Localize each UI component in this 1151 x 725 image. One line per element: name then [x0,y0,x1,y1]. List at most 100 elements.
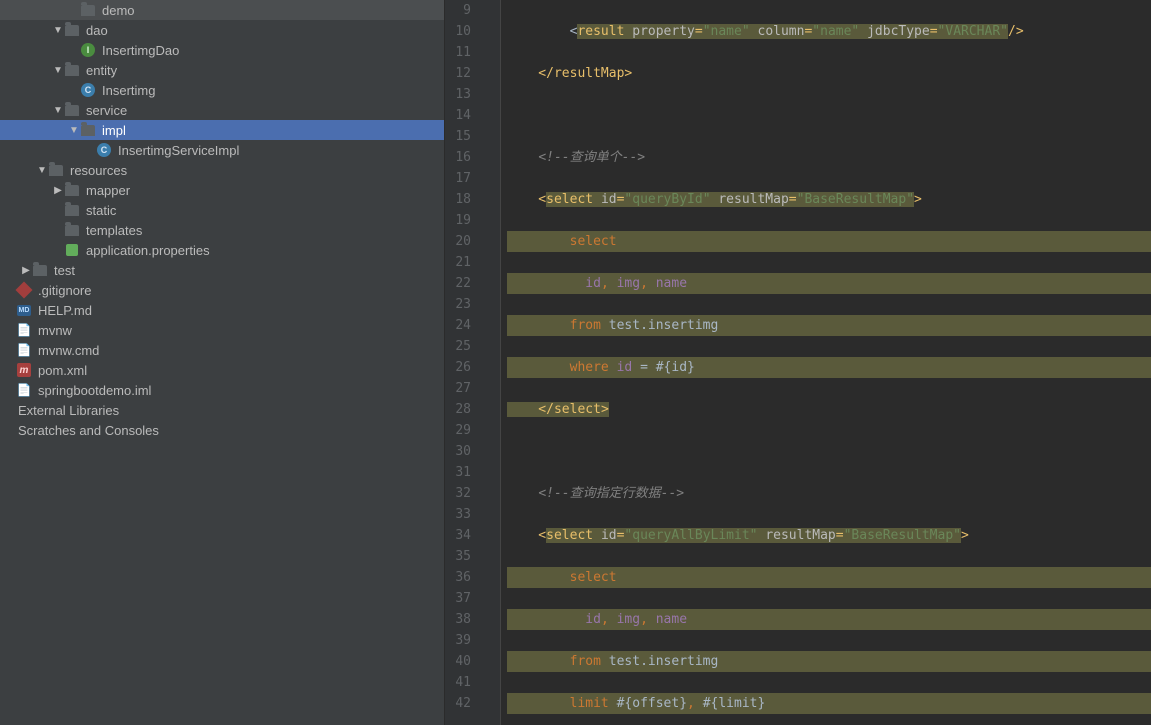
interface-icon: I [80,42,96,58]
tree-item-test[interactable]: ▶test [0,260,444,280]
line-number: 17 [453,168,471,189]
tree-label: External Libraries [18,403,119,418]
tree-item-pom-xml[interactable]: m pom.xml [0,360,444,380]
code-line: <select id="queryAllByLimit" resultMap="… [507,525,1151,546]
tree-item-dao[interactable]: ▼dao [0,20,444,40]
tree-label: entity [86,63,117,78]
tree-label: mvnw [38,323,72,338]
tree-label: application.properties [86,243,210,258]
tree-label: mapper [86,183,130,198]
expand-arrow-icon: ▶ [20,265,32,276]
tree-label: Scratches and Consoles [18,423,159,438]
line-number: 26 [453,357,471,378]
package-icon [80,122,96,138]
tree-label: .gitignore [38,283,91,298]
code-line: from test.insertimg [507,315,1151,336]
folder-icon [64,202,80,218]
package-icon [64,62,80,78]
code-line: <!--查询单个--> [507,147,1151,168]
code-line: where id = #{id} [507,357,1151,378]
tree-item-insertimg-dao[interactable]: I InsertimgDao [0,40,444,60]
tree-item-mvnw-cmd[interactable]: 📄mvnw.cmd [0,340,444,360]
folder-icon [32,262,48,278]
line-number: 39 [453,630,471,651]
file-icon: 📄 [16,382,32,398]
fold-column[interactable] [489,0,501,725]
line-number: 30 [453,441,471,462]
collapse-arrow-icon: ▼ [68,125,80,136]
expand-arrow-icon: ▶ [52,185,64,196]
tree-label: mvnw.cmd [38,343,99,358]
line-number: 42 [453,693,471,714]
line-gutter: 9 10 11 12 13 14 15 16 17 18 19 20 21 22… [445,0,489,725]
code-content[interactable]: <result property="name" column="name" jd… [501,0,1151,725]
tree-item-impl[interactable]: ▼ impl [0,120,444,140]
tree-item-service[interactable]: ▼service [0,100,444,120]
line-number: 23 [453,294,471,315]
tree-item-external-libraries[interactable]: External Libraries [0,400,444,420]
tree-label: templates [86,223,142,238]
code-line: limit #{offset}, #{limit} [507,693,1151,714]
tree-item-mvnw[interactable]: 📄 mvnw [0,320,444,340]
line-number: 29 [453,420,471,441]
tree-label: pom.xml [38,363,87,378]
line-number: 37 [453,588,471,609]
project-tree[interactable]: demo ▼dao I InsertimgDao ▼ entity CInserti… [0,0,445,725]
package-icon [64,102,80,118]
line-number: 18 [453,189,471,210]
line-number: 13 [453,84,471,105]
line-number: 38 [453,609,471,630]
line-number: 22 [453,273,471,294]
tree-item-iml[interactable]: 📄springbootdemo.iml [0,380,444,400]
line-number: 28 [453,399,471,420]
code-line: from test.insertimg [507,651,1151,672]
tree-item-help-md[interactable]: MDHELP.md [0,300,444,320]
code-line: </resultMap> [507,63,1151,84]
tree-item-gitignore[interactable]: .gitignore [0,280,444,300]
line-number: 25 [453,336,471,357]
maven-icon: m [16,362,32,378]
tree-item-application-properties[interactable]: application.properties [0,240,444,260]
tree-item-insertimg-entity[interactable]: CInsertimg [0,80,444,100]
collapse-arrow-icon: ▼ [52,65,64,76]
line-number: 11 [453,42,471,63]
tree-label: demo [102,3,135,18]
tree-item-insertimg-service-impl[interactable]: CInsertimgServiceImpl [0,140,444,160]
tree-item-resources[interactable]: ▼resources [0,160,444,180]
collapse-arrow-icon: ▼ [52,25,64,36]
class-icon: C [80,82,96,98]
line-number: 12 [453,63,471,84]
tree-label: InsertimgDao [102,43,179,58]
tree-label: impl [102,123,126,138]
tree-item-templates[interactable]: templates [0,220,444,240]
line-number: 14 [453,105,471,126]
line-number: 16 [453,147,471,168]
code-line: <!--查询指定行数据--> [507,483,1151,504]
git-icon [16,282,32,298]
code-line: select [507,231,1151,252]
file-icon: 📄 [16,322,32,338]
code-line [507,441,1151,462]
class-icon: C [96,142,112,158]
code-line: <result property="name" column="name" jd… [507,21,1151,42]
collapse-arrow-icon: ▼ [36,165,48,176]
tree-item-entity[interactable]: ▼ entity [0,60,444,80]
line-number: 9 [453,0,471,21]
tree-item-mapper[interactable]: ▶ mapper [0,180,444,200]
code-editor[interactable]: 9 10 11 12 13 14 15 16 17 18 19 20 21 22… [445,0,1151,725]
code-line: </select> [507,399,1151,420]
tree-item-static[interactable]: static [0,200,444,220]
line-number: 33 [453,504,471,525]
tree-item-demo[interactable]: demo [0,0,444,20]
code-line [507,105,1151,126]
line-number: 35 [453,546,471,567]
tree-item-scratches[interactable]: Scratches and Consoles [0,420,444,440]
line-number: 36 [453,567,471,588]
line-number: 34 [453,525,471,546]
line-number: 21 [453,252,471,273]
line-number: 10 [453,21,471,42]
tree-label: service [86,103,127,118]
tree-label: static [86,203,116,218]
line-number: 15 [453,126,471,147]
folder-icon [64,222,80,238]
